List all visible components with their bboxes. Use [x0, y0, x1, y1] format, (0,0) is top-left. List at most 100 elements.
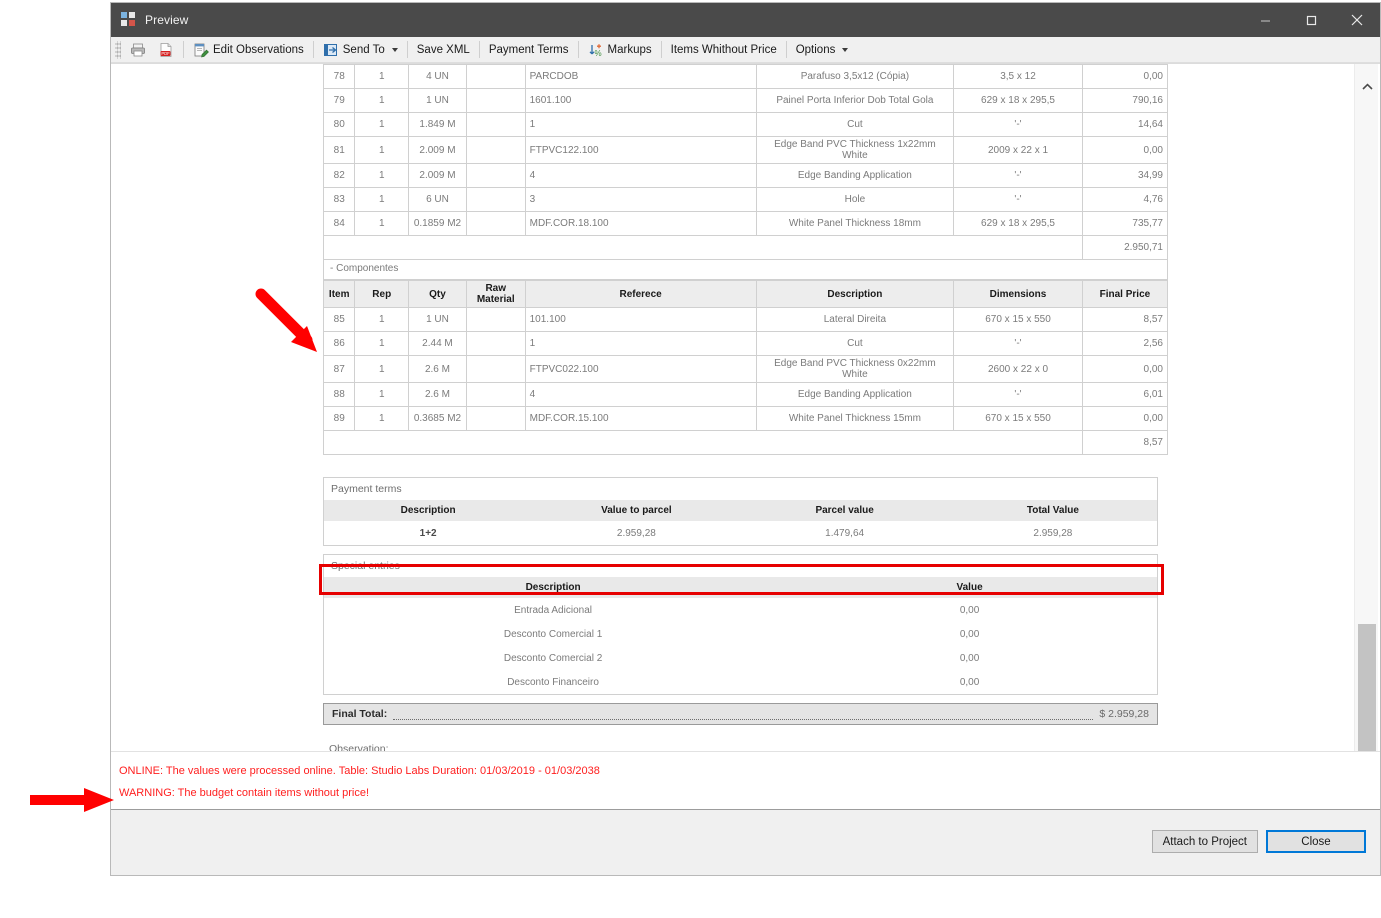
table-row[interactable]: 82 1 2.009 M 4 Edge Banding Application '-' 34…	[322, 163, 1169, 188]
table-row[interactable]: 88 1 2.6 M 4 Edge Banding Application '-' 6,01	[322, 382, 1169, 407]
payment-terms-button[interactable]: Payment Terms	[483, 39, 575, 61]
col-referece: Referece	[524, 280, 757, 308]
cell-description: Desconto Comercial 1	[503, 628, 603, 640]
minimize-icon[interactable]	[1242, 3, 1288, 37]
markups-button[interactable]: % Markups	[582, 39, 658, 61]
table-row[interactable]: 89 1 0.3685 M2 MDF.COR.15.100 White Panel Th…	[322, 406, 1169, 431]
table-row[interactable]: 1+2 2.959,28 1.479,64 2.959,28	[324, 521, 1157, 545]
cell-raw	[465, 355, 526, 383]
cell-rep: 1	[354, 112, 410, 137]
cell-qty: 2.6 M	[408, 355, 467, 383]
cell-price: 790,16	[1081, 88, 1169, 113]
toolbar: PDF Edit Observations Send To Save XML P…	[111, 37, 1380, 63]
cell-rep: 1	[354, 163, 410, 188]
cell-dim: 2600 x 22 x 0	[953, 355, 1083, 383]
cell-desc: Edge Band PVC Thickness 0x22mm White	[755, 355, 955, 383]
preview-body: 78 1 4 UN PARCDOB Parafuso 3,5x12 (Cópia) 3,5…	[111, 63, 1380, 875]
pt-col-parcel-value: Parcel value	[740, 500, 949, 521]
items-without-price-button[interactable]: Items Whithout Price	[665, 39, 783, 61]
components-header-row: Item Rep Qty Raw Material Referece Descri…	[322, 280, 1169, 308]
table-row[interactable]: 80 1 1.849 M 1 Cut '-' 14,64	[322, 112, 1169, 137]
cell-qty: 2.44 M	[408, 331, 467, 356]
cell-desc: White Panel Thickness 15mm	[755, 406, 955, 431]
document-page: 78 1 4 UN PARCDOB Parafuso 3,5x12 (Cópia) 3,5…	[319, 64, 1169, 755]
col-dimensions: Dimensions	[953, 280, 1083, 308]
table-row[interactable]: 81 1 2.009 M FTPVC122.100 Edge Band PVC Thic…	[322, 136, 1169, 164]
table-row[interactable]: Desconto Comercial 2 0,00	[324, 646, 1157, 670]
cell-raw	[465, 112, 526, 137]
cell-dim: 2009 x 22 x 1	[953, 136, 1083, 164]
table-row[interactable]: 78 1 4 UN PARCDOB Parafuso 3,5x12 (Cópia) 3,5…	[322, 64, 1169, 89]
cell-description: Entrada Adicional	[514, 604, 592, 616]
cell-price: 8,57	[1081, 307, 1169, 332]
send-to-button[interactable]: Send To	[317, 39, 404, 61]
toolbar-separator	[312, 41, 314, 58]
status-messages: ONLINE: The values were processed online…	[111, 751, 1380, 809]
table-row[interactable]: 84 1 0.1859 M2 MDF.COR.18.100 White Panel Th…	[322, 211, 1169, 236]
cell-value: 0,00	[959, 604, 980, 616]
cell-qty: 4 UN	[408, 64, 467, 89]
cell-value: 0,00	[959, 628, 980, 640]
payment-terms-title: Payment terms	[324, 478, 1157, 500]
table-row[interactable]: 79 1 1 UN 1601.100 Painel Porta Inferior Dob…	[322, 88, 1169, 113]
table-row[interactable]: 85 1 1 UN 101.100 Lateral Direita 670 x 15 x …	[322, 307, 1169, 332]
cell-rep: 1	[354, 211, 410, 236]
cell-dim: '-'	[953, 382, 1083, 407]
close-button[interactable]: Close	[1266, 830, 1366, 853]
edit-observations-button[interactable]: Edit Observations	[187, 39, 310, 61]
table-row[interactable]: 87 1 2.6 M FTPVC022.100 Edge Band PVC Thickn…	[322, 355, 1169, 383]
cell-rep: 1	[354, 64, 410, 89]
cell-desc: White Panel Thickness 18mm	[755, 211, 955, 236]
cell-description: 1+2	[419, 527, 437, 539]
send-to-icon	[323, 43, 337, 56]
scroll-up-icon[interactable]	[1355, 76, 1379, 98]
cell-qty: 1 UN	[408, 307, 467, 332]
chevron-down-icon[interactable]	[391, 47, 398, 52]
cell-qty: 2.6 M	[408, 382, 467, 407]
col-rep: Rep	[354, 280, 410, 308]
attach-to-project-button[interactable]: Attach to Project	[1151, 830, 1258, 853]
cell-ref: 3	[524, 187, 757, 212]
cell-value: 0,00	[959, 652, 980, 664]
save-xml-button[interactable]: Save XML	[411, 39, 476, 61]
cell-price: 6,01	[1081, 382, 1169, 407]
markups-icon: %	[589, 43, 601, 58]
send-to-label: Send To	[342, 43, 385, 56]
cell-raw	[465, 382, 526, 407]
cell-price: 0,00	[1081, 136, 1169, 164]
cell-dim: 3,5 x 12	[953, 64, 1083, 89]
options-button[interactable]: Options	[790, 39, 855, 61]
col-final-price: Final Price	[1081, 280, 1169, 308]
table-row[interactable]: Desconto Financeiro 0,00	[324, 670, 1157, 694]
table-row[interactable]: Entrada Adicional 0,00	[324, 598, 1157, 622]
cell-desc: Painel Porta Inferior Dob Total Gola	[755, 88, 955, 113]
cell-item: 80	[322, 112, 356, 137]
status-online-message: ONLINE: The values were processed online…	[119, 765, 600, 777]
table-row[interactable]: 83 1 6 UN 3 Hole '-' 4,76	[322, 187, 1169, 212]
close-icon[interactable]	[1334, 3, 1380, 37]
items-without-price-label: Items Whithout Price	[670, 43, 777, 56]
print-button[interactable]	[124, 39, 152, 61]
cell-item: 89	[322, 406, 356, 431]
export-pdf-button[interactable]: PDF	[152, 39, 180, 61]
cell-price: 4,76	[1081, 187, 1169, 212]
cell-rep: 1	[354, 331, 410, 356]
cell-desc: Parafuso 3,5x12 (Cópia)	[755, 64, 955, 89]
subtotal-row: 2.950,71	[323, 235, 1169, 260]
cell-item: 88	[322, 382, 356, 407]
cell-price: 0,00	[1081, 355, 1169, 383]
subtotal-spacer	[323, 235, 1083, 260]
cell-raw	[465, 64, 526, 89]
cell-parcel-value: 1.479,64	[825, 527, 865, 539]
maximize-icon[interactable]	[1288, 3, 1334, 37]
scrollbar-thumb[interactable]	[1358, 624, 1376, 759]
cell-desc: Lateral Direita	[755, 307, 955, 332]
cell-rep: 1	[354, 88, 410, 113]
table-row[interactable]: 86 1 2.44 M 1 Cut '-' 2,56	[322, 331, 1169, 356]
chevron-down-icon[interactable]	[842, 47, 849, 52]
cell-raw	[465, 163, 526, 188]
cell-item: 86	[322, 331, 356, 356]
toolbar-grip[interactable]	[115, 40, 121, 59]
table-row[interactable]: Desconto Comercial 1 0,00	[324, 622, 1157, 646]
payment-terms-panel: Payment terms Description Value to parce…	[323, 477, 1158, 546]
